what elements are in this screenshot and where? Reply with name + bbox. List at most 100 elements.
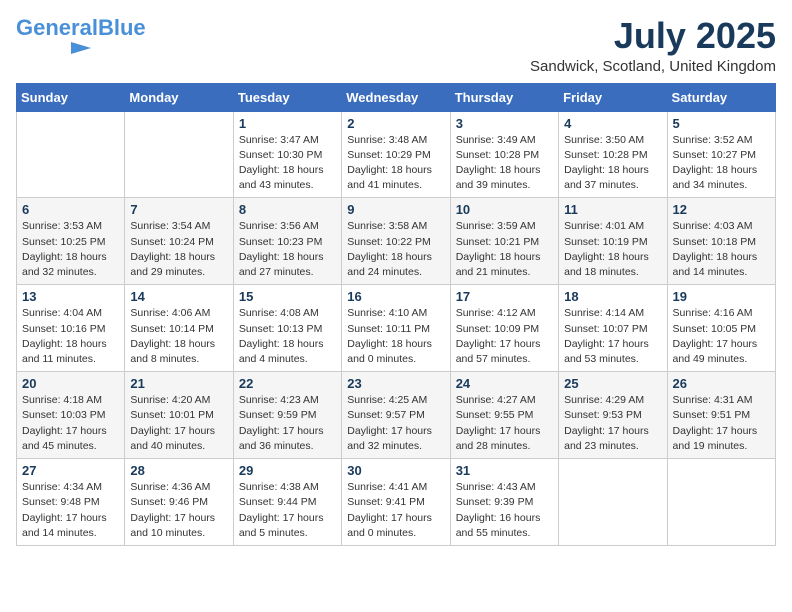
header-friday: Friday <box>559 83 667 111</box>
table-row <box>667 459 775 546</box>
day-info: Sunrise: 4:25 AMSunset: 9:57 PMDaylight:… <box>347 393 444 454</box>
table-row: 28 Sunrise: 4:36 AMSunset: 9:46 PMDayligh… <box>125 459 233 546</box>
day-info: Sunrise: 4:06 AMSunset: 10:14 PMDaylight… <box>130 306 227 367</box>
logo: GeneralBlue <box>16 16 146 56</box>
day-info: Sunrise: 3:58 AMSunset: 10:22 PMDaylight… <box>347 219 444 280</box>
table-row: 7 Sunrise: 3:54 AMSunset: 10:24 PMDayligh… <box>125 198 233 285</box>
calendar-week-row: 27 Sunrise: 4:34 AMSunset: 9:48 PMDayligh… <box>17 459 776 546</box>
day-info: Sunrise: 4:12 AMSunset: 10:09 PMDaylight… <box>456 306 553 367</box>
table-row: 4Sunrise: 3:50 AMSunset: 10:28 PMDayligh… <box>559 111 667 198</box>
day-number: 22 <box>239 376 336 391</box>
table-row: 8 Sunrise: 3:56 AMSunset: 10:23 PMDayligh… <box>233 198 341 285</box>
day-info: Sunrise: 4:01 AMSunset: 10:19 PMDaylight… <box>564 219 661 280</box>
day-number: 11 <box>564 202 661 217</box>
day-info: Sunrise: 3:53 AMSunset: 10:25 PMDaylight… <box>22 219 119 280</box>
day-info: Sunrise: 4:34 AMSunset: 9:48 PMDaylight:… <box>22 480 119 541</box>
location-subtitle: Sandwick, Scotland, United Kingdom <box>530 58 776 75</box>
day-number: 5 <box>673 116 770 131</box>
day-info: Sunrise: 3:50 AMSunset: 10:28 PMDaylight… <box>564 133 661 194</box>
table-row: 16 Sunrise: 4:10 AMSunset: 10:11 PMDaylig… <box>342 285 450 372</box>
day-number: 2 <box>347 116 444 131</box>
day-info: Sunrise: 3:48 AMSunset: 10:29 PMDaylight… <box>347 133 444 194</box>
table-row: 21 Sunrise: 4:20 AMSunset: 10:01 PMDaylig… <box>125 372 233 459</box>
header-tuesday: Tuesday <box>233 83 341 111</box>
day-info: Sunrise: 4:29 AMSunset: 9:53 PMDaylight:… <box>564 393 661 454</box>
table-row: 3 Sunrise: 3:49 AMSunset: 10:28 PMDayligh… <box>450 111 558 198</box>
logo-icon <box>16 40 106 56</box>
day-info: Sunrise: 3:47 AMSunset: 10:30 PMDaylight… <box>239 133 336 194</box>
calendar-table: Sunday Monday Tuesday Wednesday Thursday… <box>16 83 776 546</box>
month-year-title: July 2025 <box>530 16 776 56</box>
table-row: 19 Sunrise: 4:16 AMSunset: 10:05 PMDaylig… <box>667 285 775 372</box>
day-info: Sunrise: 4:31 AMSunset: 9:51 PMDaylight:… <box>673 393 770 454</box>
logo-general: General <box>16 15 98 40</box>
table-row: 25 Sunrise: 4:29 AMSunset: 9:53 PMDayligh… <box>559 372 667 459</box>
table-row: 23 Sunrise: 4:25 AMSunset: 9:57 PMDayligh… <box>342 372 450 459</box>
day-number: 26 <box>673 376 770 391</box>
table-row <box>17 111 125 198</box>
day-number: 21 <box>130 376 227 391</box>
calendar-week-row: 13 Sunrise: 4:04 AMSunset: 10:16 PMDaylig… <box>17 285 776 372</box>
day-number: 1 <box>239 116 336 131</box>
day-number: 20 <box>22 376 119 391</box>
day-info: Sunrise: 4:03 AMSunset: 10:18 PMDaylight… <box>673 219 770 280</box>
day-info: Sunrise: 4:08 AMSunset: 10:13 PMDaylight… <box>239 306 336 367</box>
day-number: 16 <box>347 289 444 304</box>
day-info: Sunrise: 3:52 AMSunset: 10:27 PMDaylight… <box>673 133 770 194</box>
day-number: 12 <box>673 202 770 217</box>
day-number: 3 <box>456 116 553 131</box>
table-row: 14Sunrise: 4:06 AMSunset: 10:14 PMDaylig… <box>125 285 233 372</box>
logo-blue: Blue <box>98 15 146 40</box>
header-saturday: Saturday <box>667 83 775 111</box>
header-monday: Monday <box>125 83 233 111</box>
day-info: Sunrise: 4:10 AMSunset: 10:11 PMDaylight… <box>347 306 444 367</box>
day-info: Sunrise: 4:20 AMSunset: 10:01 PMDaylight… <box>130 393 227 454</box>
day-number: 9 <box>347 202 444 217</box>
header-sunday: Sunday <box>17 83 125 111</box>
day-info: Sunrise: 4:04 AMSunset: 10:16 PMDaylight… <box>22 306 119 367</box>
table-row: 17 Sunrise: 4:12 AMSunset: 10:09 PMDaylig… <box>450 285 558 372</box>
calendar-week-row: 20 Sunrise: 4:18 AMSunset: 10:03 PMDaylig… <box>17 372 776 459</box>
day-number: 30 <box>347 463 444 478</box>
day-info: Sunrise: 4:18 AMSunset: 10:03 PMDaylight… <box>22 393 119 454</box>
day-info: Sunrise: 4:36 AMSunset: 9:46 PMDaylight:… <box>130 480 227 541</box>
table-row: 15Sunrise: 4:08 AMSunset: 10:13 PMDaylig… <box>233 285 341 372</box>
day-number: 17 <box>456 289 553 304</box>
table-row: 27 Sunrise: 4:34 AMSunset: 9:48 PMDayligh… <box>17 459 125 546</box>
page-header: GeneralBlue July 2025 Sandwick, Scotland… <box>16 16 776 75</box>
table-row: 22 Sunrise: 4:23 AMSunset: 9:59 PMDayligh… <box>233 372 341 459</box>
day-number: 31 <box>456 463 553 478</box>
day-info: Sunrise: 3:59 AMSunset: 10:21 PMDaylight… <box>456 219 553 280</box>
table-row: 20 Sunrise: 4:18 AMSunset: 10:03 PMDaylig… <box>17 372 125 459</box>
table-row: 12 Sunrise: 4:03 AMSunset: 10:18 PMDaylig… <box>667 198 775 285</box>
table-row <box>559 459 667 546</box>
day-number: 6 <box>22 202 119 217</box>
day-number: 24 <box>456 376 553 391</box>
calendar-week-row: 6 Sunrise: 3:53 AMSunset: 10:25 PMDayligh… <box>17 198 776 285</box>
day-number: 23 <box>347 376 444 391</box>
day-info: Sunrise: 3:56 AMSunset: 10:23 PMDaylight… <box>239 219 336 280</box>
day-number: 28 <box>130 463 227 478</box>
day-number: 7 <box>130 202 227 217</box>
table-row: 11 Sunrise: 4:01 AMSunset: 10:19 PMDaylig… <box>559 198 667 285</box>
table-row: 31Sunrise: 4:43 AMSunset: 9:39 PMDayligh… <box>450 459 558 546</box>
header-wednesday: Wednesday <box>342 83 450 111</box>
table-row: 10Sunrise: 3:59 AMSunset: 10:21 PMDaylig… <box>450 198 558 285</box>
day-number: 8 <box>239 202 336 217</box>
day-info: Sunrise: 4:14 AMSunset: 10:07 PMDaylight… <box>564 306 661 367</box>
title-block: July 2025 Sandwick, Scotland, United Kin… <box>530 16 776 75</box>
day-info: Sunrise: 3:49 AMSunset: 10:28 PMDaylight… <box>456 133 553 194</box>
day-number: 27 <box>22 463 119 478</box>
weekday-header-row: Sunday Monday Tuesday Wednesday Thursday… <box>17 83 776 111</box>
day-info: Sunrise: 3:54 AMSunset: 10:24 PMDaylight… <box>130 219 227 280</box>
day-info: Sunrise: 4:27 AMSunset: 9:55 PMDaylight:… <box>456 393 553 454</box>
table-row: 2 Sunrise: 3:48 AMSunset: 10:29 PMDayligh… <box>342 111 450 198</box>
table-row: 30Sunrise: 4:41 AMSunset: 9:41 PMDayligh… <box>342 459 450 546</box>
day-info: Sunrise: 4:16 AMSunset: 10:05 PMDaylight… <box>673 306 770 367</box>
table-row: 29Sunrise: 4:38 AMSunset: 9:44 PMDayligh… <box>233 459 341 546</box>
day-number: 19 <box>673 289 770 304</box>
table-row: 1 Sunrise: 3:47 AMSunset: 10:30 PMDayligh… <box>233 111 341 198</box>
day-number: 13 <box>22 289 119 304</box>
day-number: 25 <box>564 376 661 391</box>
day-info: Sunrise: 4:23 AMSunset: 9:59 PMDaylight:… <box>239 393 336 454</box>
